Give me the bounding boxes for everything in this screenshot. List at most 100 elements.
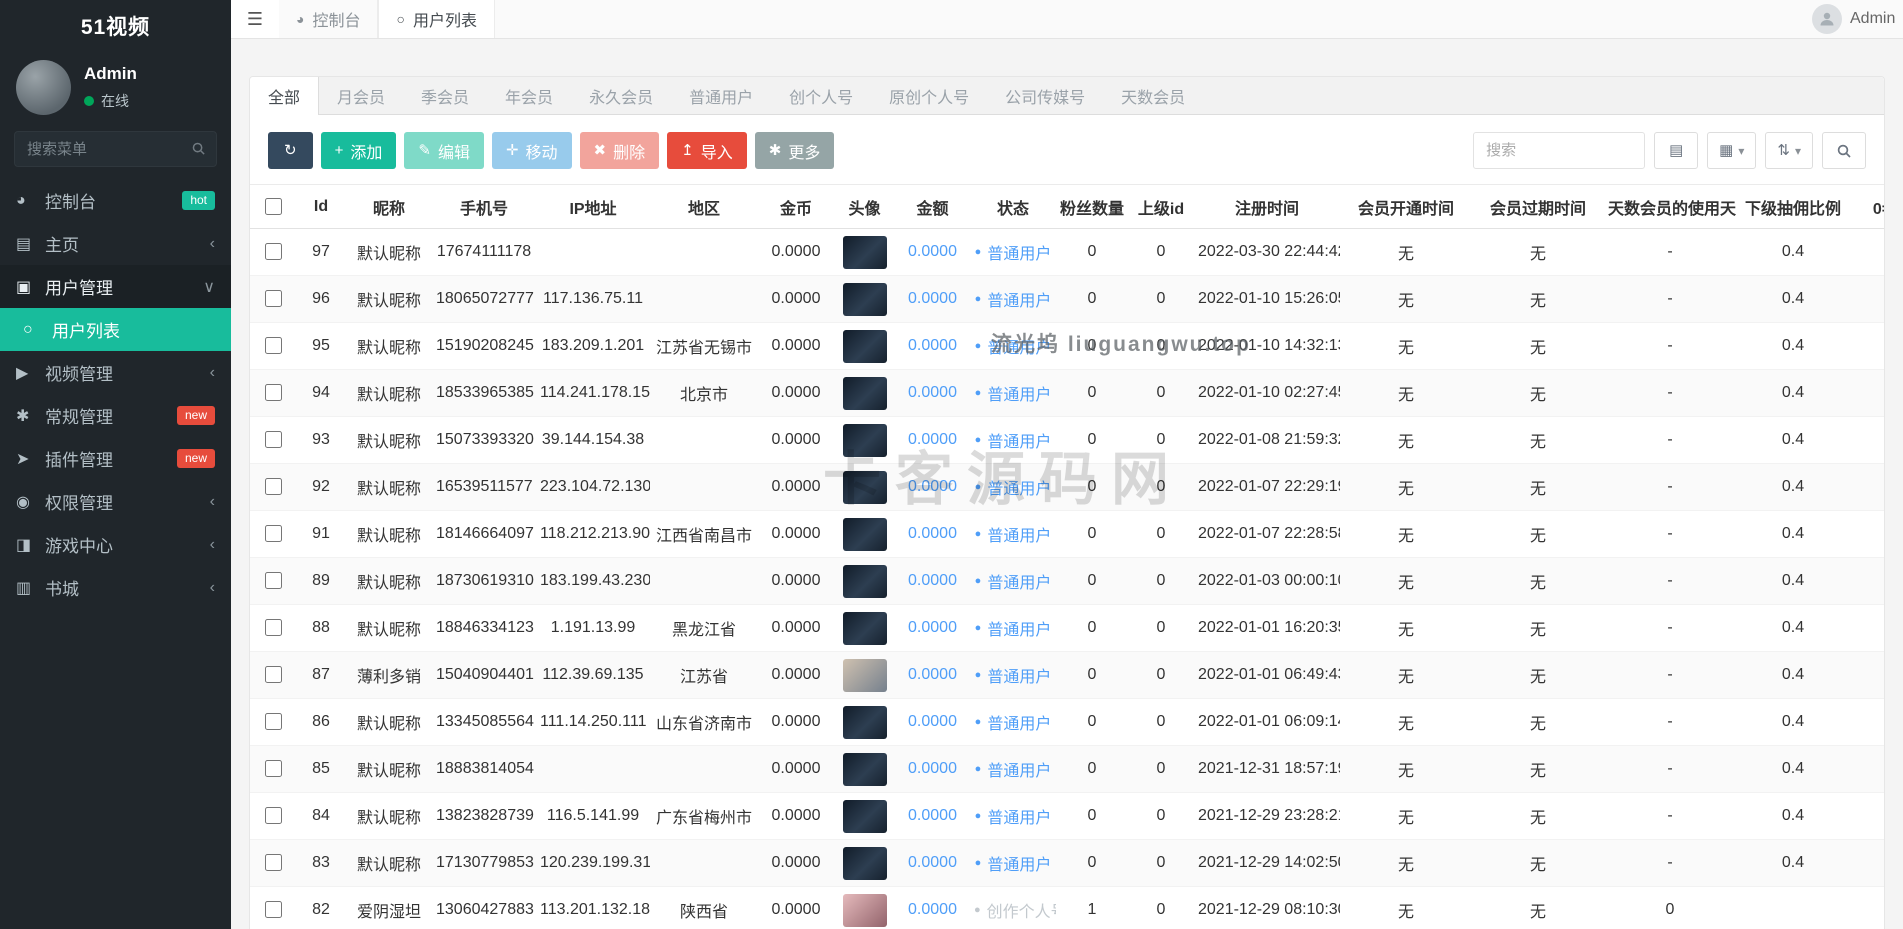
column-header-2[interactable]: 手机号	[432, 184, 536, 229]
status-link[interactable]: ● 普通用户	[975, 663, 1052, 687]
column-header-7[interactable]: 金额	[895, 184, 970, 229]
column-header-11[interactable]: 注册时间	[1194, 184, 1340, 229]
user-avatar[interactable]	[842, 517, 887, 551]
column-header-9[interactable]: 粉丝数量	[1056, 184, 1128, 229]
row-checkbox[interactable]	[264, 337, 282, 355]
filter-tab-4[interactable]: 永久会员	[571, 77, 671, 114]
status-link[interactable]: ● 普通用户	[975, 381, 1052, 405]
export-button[interactable]: ⇅ ▾	[1765, 132, 1813, 169]
amount-link[interactable]: 0.0000	[908, 525, 957, 542]
column-header-13[interactable]: 会员过期时间	[1472, 184, 1604, 229]
column-header-15[interactable]: 下级抽佣比例	[1736, 184, 1850, 229]
column-header-0[interactable]: Id	[296, 184, 346, 229]
filter-tab-6[interactable]: 创个人号	[771, 77, 871, 114]
amount-link[interactable]: 0.0000	[908, 666, 957, 683]
add-button[interactable]: + 添加	[320, 132, 397, 169]
amount-link[interactable]: 0.0000	[908, 760, 957, 777]
user-avatar[interactable]	[842, 611, 887, 645]
status-link[interactable]: ● 普通用户	[975, 757, 1052, 781]
user-avatar[interactable]	[842, 893, 887, 927]
column-header-14[interactable]: 天数会员的使用天数	[1604, 184, 1736, 229]
filter-tab-7[interactable]: 原创个人号	[871, 77, 987, 114]
filter-tab-3[interactable]: 年会员	[487, 77, 571, 114]
amount-link[interactable]: 0.0000	[908, 384, 957, 401]
more-button[interactable]: ✱ 更多	[754, 132, 835, 169]
sidebar-item-general-mgmt[interactable]: ✱ 常规管理 new	[0, 394, 231, 437]
row-checkbox[interactable]	[264, 713, 282, 731]
column-header-3[interactable]: IP地址	[536, 184, 650, 229]
user-avatar[interactable]	[842, 329, 887, 363]
status-link[interactable]: ● 普通用户	[975, 851, 1052, 875]
status-link[interactable]: ● 普通用户	[975, 569, 1052, 593]
sidebar-item-plugin-mgmt[interactable]: ➤ 插件管理 new	[0, 437, 231, 480]
amount-link[interactable]: 0.0000	[908, 854, 957, 871]
status-link[interactable]: ● 普通用户	[975, 428, 1052, 452]
sidebar-item-user-list[interactable]: ○ 用户列表	[0, 308, 231, 351]
user-avatar[interactable]	[842, 799, 887, 833]
row-checkbox[interactable]	[264, 901, 282, 919]
sidebar-item-console[interactable]: ◕ 控制台 hot	[0, 179, 231, 222]
user-avatar[interactable]	[842, 376, 887, 410]
nav-tab-console[interactable]: ◕ 控制台	[279, 0, 379, 38]
row-checkbox[interactable]	[264, 290, 282, 308]
topbar-user[interactable]: Admin	[1806, 0, 1903, 38]
column-header-16[interactable]: 0=停	[1850, 184, 1884, 229]
amount-link[interactable]: 0.0000	[908, 901, 957, 918]
user-avatar[interactable]	[842, 282, 887, 316]
filter-tab-1[interactable]: 月会员	[319, 77, 403, 114]
amount-link[interactable]: 0.0000	[908, 431, 957, 448]
sidebar-item-auth-mgmt[interactable]: ◉ 权限管理 ‹	[0, 480, 231, 523]
sidebar-item-home[interactable]: ▤ 主页 ‹	[0, 222, 231, 265]
sidebar-item-video-mgmt[interactable]: ▶ 视频管理 ‹	[0, 351, 231, 394]
edit-button[interactable]: ✎ 编辑	[404, 132, 484, 169]
amount-link[interactable]: 0.0000	[908, 478, 957, 495]
amount-link[interactable]: 0.0000	[908, 713, 957, 730]
status-link[interactable]: ● 创作个人号	[974, 898, 1056, 922]
column-header-5[interactable]: 金币	[758, 184, 834, 229]
row-checkbox[interactable]	[264, 760, 282, 778]
column-header-4[interactable]: 地区	[650, 184, 758, 229]
sidebar-item-book-city[interactable]: ▥ 书城 ‹	[0, 566, 231, 609]
amount-link[interactable]: 0.0000	[908, 619, 957, 636]
row-checkbox[interactable]	[264, 807, 282, 825]
row-checkbox[interactable]	[264, 384, 282, 402]
user-avatar[interactable]	[842, 470, 887, 504]
status-link[interactable]: ● 普通用户	[975, 475, 1052, 499]
status-link[interactable]: ● 普通用户	[975, 287, 1052, 311]
user-avatar[interactable]	[842, 423, 887, 457]
filter-tab-5[interactable]: 普通用户	[671, 77, 771, 114]
row-checkbox[interactable]	[264, 243, 282, 261]
sidebar-item-game-center[interactable]: ◨ 游戏中心 ‹	[0, 523, 231, 566]
amount-link[interactable]: 0.0000	[908, 243, 957, 260]
row-checkbox[interactable]	[264, 572, 282, 590]
filter-tab-9[interactable]: 天数会员	[1103, 77, 1203, 114]
user-avatar[interactable]	[842, 658, 887, 692]
row-checkbox[interactable]	[264, 666, 282, 684]
status-link[interactable]: ● 普通用户	[975, 616, 1052, 640]
user-avatar[interactable]	[842, 235, 887, 269]
menu-search-input[interactable]	[14, 131, 217, 167]
filter-tab-0[interactable]: 全部	[250, 77, 320, 115]
column-header-12[interactable]: 会员开通时间	[1340, 184, 1472, 229]
row-checkbox[interactable]	[264, 525, 282, 543]
select-all-checkbox[interactable]	[264, 197, 282, 215]
user-avatar[interactable]	[842, 705, 887, 739]
amount-link[interactable]: 0.0000	[908, 290, 957, 307]
table-search-input[interactable]	[1473, 132, 1646, 169]
filter-tab-2[interactable]: 季会员	[403, 77, 487, 114]
row-checkbox[interactable]	[264, 478, 282, 496]
status-link[interactable]: ● 普通用户	[975, 240, 1052, 264]
columns-button[interactable]: ▦ ▾	[1707, 132, 1757, 169]
amount-link[interactable]: 0.0000	[908, 572, 957, 589]
column-header-6[interactable]: 头像	[834, 184, 895, 229]
column-header-1[interactable]: 昵称	[346, 184, 432, 229]
refresh-button[interactable]: ↻	[268, 132, 313, 169]
sidebar-toggle-button[interactable]: ☰	[231, 0, 279, 38]
row-checkbox[interactable]	[264, 619, 282, 637]
amount-link[interactable]: 0.0000	[908, 807, 957, 824]
status-link[interactable]: ● 普通用户	[975, 710, 1052, 734]
delete-button[interactable]: ✖ 删除	[579, 132, 660, 169]
move-button[interactable]: ✛ 移动	[491, 132, 572, 169]
nav-tab-user-list[interactable]: ○ 用户列表	[378, 0, 495, 38]
advanced-search-button[interactable]	[1822, 132, 1866, 169]
